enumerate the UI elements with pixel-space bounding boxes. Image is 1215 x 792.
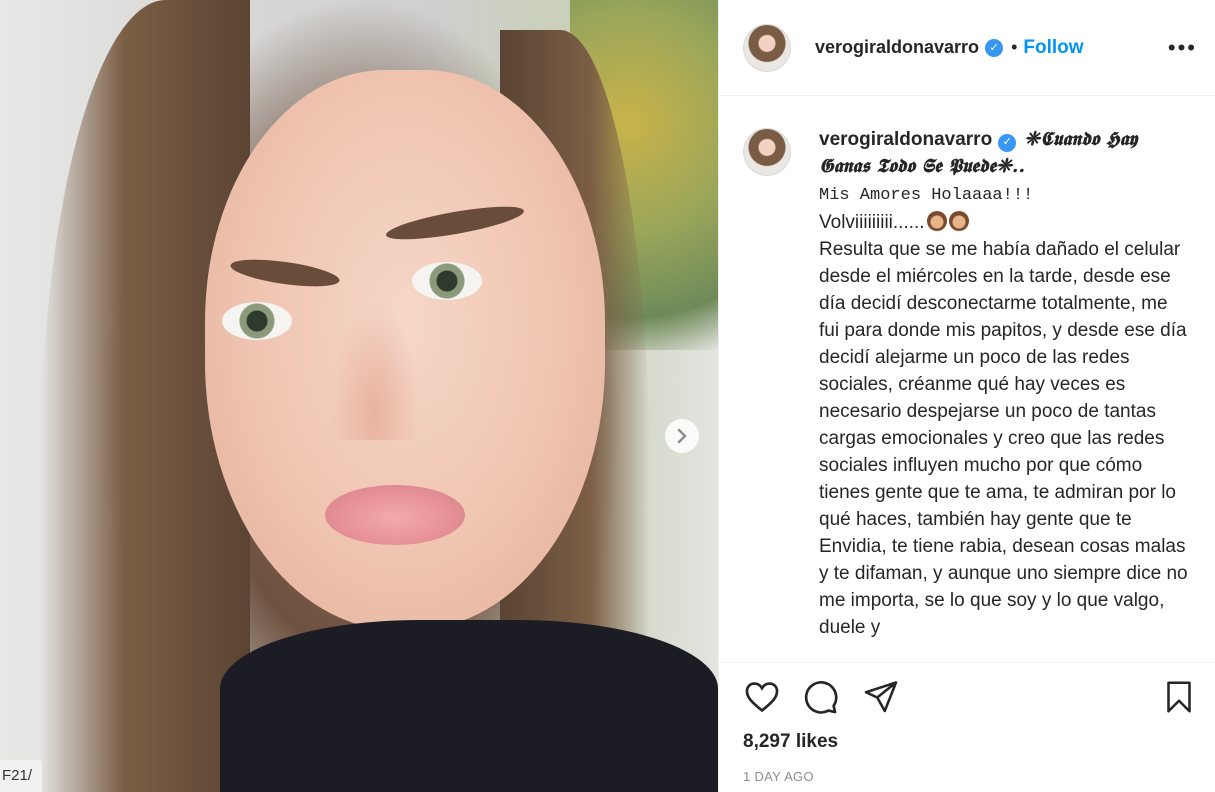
carousel-next-button[interactable] [665,419,699,453]
separator-dot: • [1011,37,1018,57]
post-sidebar: verogiraldonavarro ✓ • Follow ••• verogi… [718,0,1215,792]
action-bar [743,678,1197,718]
heart-icon[interactable] [743,678,781,716]
caption-body: Resulta que se me había dañado el celula… [819,239,1188,638]
post-photo: F21/ [0,0,718,792]
follow-button[interactable]: Follow [1023,37,1083,59]
more-options-button[interactable]: ••• [1168,35,1197,61]
caption-avatar[interactable] [743,128,791,176]
see-no-evil-monkey-icon [926,211,947,231]
verified-badge-icon: ✓ [998,133,1017,152]
caption-back: Volviiiiiiiii...... [819,212,925,233]
post-header: verogiraldonavarro ✓ • Follow ••• [719,0,1215,96]
caption-greeting: Mis Amores Holaaaa!!! [819,186,1034,205]
header-username[interactable]: verogiraldonavarro [815,37,979,58]
bookmark-icon[interactable] [1161,678,1197,716]
comment-icon[interactable] [801,678,839,716]
caption-username[interactable]: verogiraldonavarro [819,129,992,150]
paper-plane-icon[interactable] [863,678,899,714]
verified-badge-icon: ✓ [985,38,1004,57]
corner-label: F21/ [0,760,42,792]
post-timestamp[interactable]: 1 DAY AGO [743,769,814,784]
comments-area[interactable]: verogiraldonavarro ✓ ❈𝕮𝖚𝖆𝖓𝖉𝖔 𝕳𝖆𝖞 𝕲𝖆𝖓𝖆𝖘 𝕿𝖔𝖉… [719,96,1215,663]
caption: verogiraldonavarro ✓ ❈𝕮𝖚𝖆𝖓𝖉𝖔 𝕳𝖆𝖞 𝕲𝖆𝖓𝖆𝖘 𝕿𝖔𝖉… [819,126,1189,641]
like-count[interactable]: 8,297 likes [743,731,838,753]
chevron-right-icon [677,428,687,444]
avatar[interactable] [743,23,791,72]
see-no-evil-monkey-icon [948,211,969,231]
